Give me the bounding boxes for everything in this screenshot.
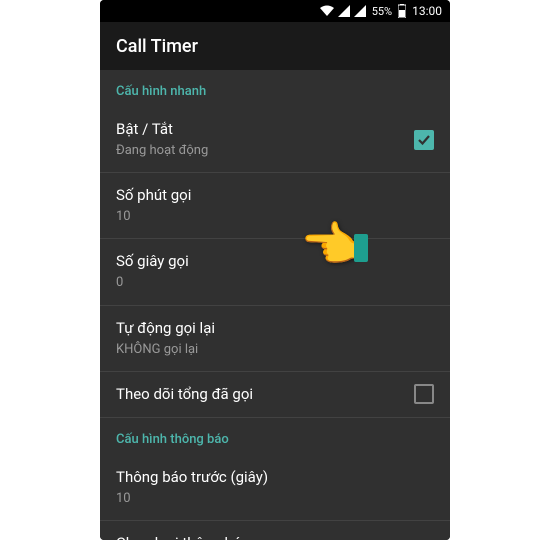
setting-notify-before[interactable]: Thông báo trước (giây) 10 — [100, 455, 450, 521]
setting-call-seconds[interactable]: Số giây gọi 0 — [100, 239, 450, 305]
setting-toggle-subtitle: Đang hoạt động — [116, 142, 414, 160]
track-total-title: Theo dõi tổng đã gọi — [116, 384, 414, 405]
setting-call-minutes[interactable]: Số phút gọi 10 — [100, 173, 450, 239]
clock-time: 13:00 — [412, 4, 442, 18]
signal-icon-2 — [354, 5, 366, 17]
section-header-quick: Cấu hình nhanh — [100, 70, 450, 107]
setting-toggle[interactable]: Bật / Tắt Đang hoạt động — [100, 107, 450, 173]
setting-notify-type[interactable]: Chọn loại thông báo — [100, 521, 450, 540]
auto-redial-title: Tự động gọi lại — [116, 318, 434, 339]
section-header-notify: Cấu hình thông báo — [100, 418, 450, 455]
settings-content[interactable]: Cấu hình nhanh Bật / Tắt Đang hoạt động … — [100, 70, 450, 540]
notify-type-title: Chọn loại thông báo — [116, 533, 434, 540]
app-header: Call Timer — [100, 22, 450, 70]
wifi-icon — [320, 5, 334, 17]
signal-icon — [338, 5, 350, 17]
track-total-checkbox[interactable] — [414, 384, 434, 404]
call-minutes-value: 10 — [116, 208, 434, 226]
page-title: Call Timer — [116, 36, 198, 57]
battery-icon — [398, 4, 406, 18]
setting-track-total[interactable]: Theo dõi tổng đã gọi — [100, 372, 450, 418]
call-seconds-value: 0 — [116, 274, 434, 292]
auto-redial-subtitle: KHÔNG gọi lại — [116, 341, 434, 359]
notify-before-value: 10 — [116, 490, 434, 508]
call-seconds-title: Số giây gọi — [116, 251, 434, 272]
notify-before-title: Thông báo trước (giây) — [116, 467, 434, 488]
setting-toggle-title: Bật / Tắt — [116, 119, 414, 140]
toggle-checkbox[interactable] — [414, 130, 434, 150]
status-bar: 55% 13:00 — [100, 0, 450, 22]
phone-frame: 55% 13:00 Call Timer Cấu hình nhanh Bật … — [100, 0, 450, 540]
battery-percentage: 55% — [372, 5, 392, 18]
call-minutes-title: Số phút gọi — [116, 185, 434, 206]
setting-auto-redial[interactable]: Tự động gọi lại KHÔNG gọi lại — [100, 306, 450, 372]
